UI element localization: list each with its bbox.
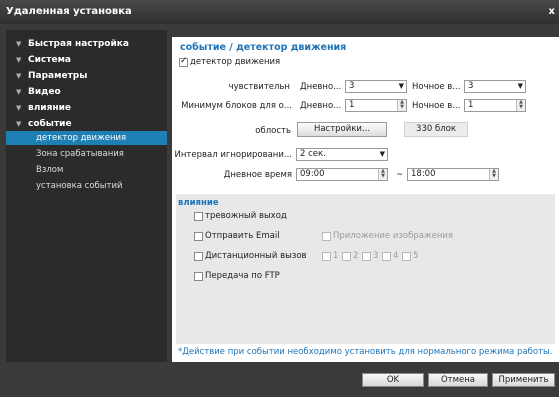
- chevron-down-icon: ▼: [379, 150, 385, 158]
- sidebar-item-parameters[interactable]: ▼ Параметры: [6, 68, 167, 84]
- sensitivity-label: чувствительн: [228, 82, 290, 92]
- chevron-down-icon: ▼: [517, 82, 523, 90]
- arrow-down-icon[interactable]: ▼: [517, 105, 525, 110]
- sidebar-item-video[interactable]: ▼ Видео: [6, 84, 167, 100]
- window-title: Удаленная установка: [6, 6, 132, 17]
- range-separator: ~: [396, 170, 404, 180]
- chevron-down-icon: ▼: [398, 82, 404, 90]
- remote-call-2-checkbox[interactable]: [342, 252, 351, 261]
- spinner-buttons[interactable]: ▲ ▼: [397, 100, 406, 111]
- sidebar-item-action[interactable]: ▼ влияние: [6, 100, 167, 116]
- night-label: Ночное в...: [412, 101, 461, 111]
- day-label: Дневно...: [300, 101, 342, 111]
- ftp-label: Передача по FTP: [205, 271, 280, 281]
- min-blocks-label: Минимум блоков для о...: [181, 101, 292, 111]
- spinner-buttons[interactable]: ▲ ▼: [489, 169, 498, 180]
- ignore-interval-select[interactable]: 2 сек. ▼: [296, 148, 388, 161]
- remote-call-4-label: 4: [393, 251, 399, 261]
- remote-call-5-checkbox[interactable]: [402, 252, 411, 261]
- page-title: событие / детектор движения: [180, 42, 347, 53]
- motion-detection-label: детектор движения: [190, 57, 281, 67]
- remote-call-1-label: 1: [333, 251, 339, 261]
- footnote: *Действие при событии необходимо установ…: [176, 344, 555, 360]
- window-titlebar: Удаленная установка x: [0, 0, 559, 24]
- sidebar-subitem-tamper[interactable]: Взлом: [6, 163, 167, 177]
- sidebar-item-system[interactable]: ▼ Система: [6, 52, 167, 68]
- spinner-buttons[interactable]: ▲ ▼: [378, 169, 387, 180]
- sidebar-item-event[interactable]: ▼ событие: [6, 116, 167, 132]
- arrow-down-icon[interactable]: ▼: [490, 174, 498, 179]
- spinner-buttons[interactable]: ▲ ▼: [516, 100, 525, 111]
- remote-call-checkbox[interactable]: [194, 252, 203, 261]
- expand-triangle-icon: ▼: [16, 40, 22, 48]
- cancel-button[interactable]: Отмена: [428, 373, 488, 387]
- arrow-down-icon[interactable]: ▼: [398, 105, 406, 110]
- alarm-out-label: тревожный выход: [205, 211, 287, 221]
- night-label: Ночное в...: [412, 82, 461, 92]
- close-icon[interactable]: x: [549, 0, 555, 24]
- ignore-interval-label: Интервал игнорировани...: [174, 150, 292, 160]
- settings-button[interactable]: Настройки...: [297, 122, 387, 137]
- remote-call-2-label: 2: [353, 251, 359, 261]
- expand-triangle-icon: ▼: [16, 72, 22, 80]
- expand-triangle-icon: ▼: [16, 104, 22, 112]
- send-email-label: Отправить Email: [205, 231, 280, 241]
- sidebar-subitem-event-setup[interactable]: установка событий: [6, 179, 167, 193]
- day-label: Дневно...: [300, 82, 342, 92]
- sidebar-subitem-motion-detector[interactable]: детектор движения: [6, 131, 167, 145]
- min-blocks-day-spinner[interactable]: 1 ▲ ▼: [345, 99, 407, 112]
- remote-call-label: Дистанционный вызов: [205, 251, 307, 261]
- remote-call-1-checkbox[interactable]: [322, 252, 331, 261]
- alarm-out-checkbox[interactable]: [194, 212, 203, 221]
- area-label: облость: [255, 126, 291, 136]
- remote-call-3-checkbox[interactable]: [362, 252, 371, 261]
- expand-triangle-icon: ▼: [16, 88, 22, 96]
- sensitivity-night-select[interactable]: 3 ▼: [464, 80, 526, 93]
- motion-detection-checkbox[interactable]: [179, 56, 188, 67]
- sensitivity-day-select[interactable]: 3 ▼: [345, 80, 407, 93]
- ftp-checkbox[interactable]: [194, 272, 203, 281]
- arrow-down-icon[interactable]: ▼: [379, 174, 387, 179]
- sidebar-subitem-trigger-zone[interactable]: Зона срабатывания: [6, 147, 167, 161]
- remote-call-3-label: 3: [373, 251, 379, 261]
- expand-triangle-icon: ▼: [16, 56, 22, 64]
- daytime-label: Дневное время: [223, 170, 292, 180]
- attach-image-label: Приложение изображения: [333, 231, 454, 241]
- remote-call-5-label: 5: [413, 251, 419, 261]
- sidebar-item-quick-setup[interactable]: ▼ Быстрая настройка: [6, 36, 167, 52]
- daytime-end-spinner[interactable]: 18:00 ▲ ▼: [407, 168, 499, 181]
- sidebar: ▼ Быстрая настройка ▼ Система ▼ Параметры ▼…: [6, 30, 167, 362]
- action-section-title: влияние: [178, 198, 219, 208]
- block-count-display: 330 блок: [404, 122, 468, 137]
- expand-triangle-icon: ▼: [16, 120, 22, 128]
- remote-call-4-checkbox[interactable]: [382, 252, 391, 261]
- min-blocks-night-spinner[interactable]: 1 ▲ ▼: [464, 99, 526, 112]
- send-email-checkbox[interactable]: [194, 232, 203, 241]
- apply-button[interactable]: Применить: [492, 373, 555, 387]
- daytime-start-spinner[interactable]: 09:00 ▲ ▼: [296, 168, 388, 181]
- action-panel: влияние тревожный выход Отправить Email …: [176, 194, 555, 344]
- attach-image-checkbox[interactable]: [322, 232, 331, 241]
- ok-button[interactable]: OK: [362, 373, 424, 387]
